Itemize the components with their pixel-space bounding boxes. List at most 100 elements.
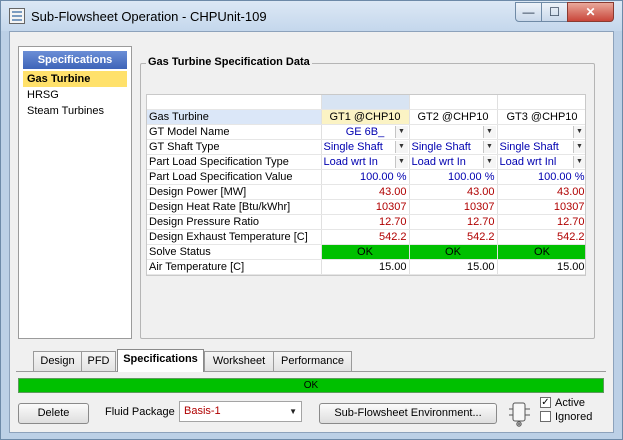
gt1-part-load-value-cell[interactable]: 100.00 %: [321, 169, 410, 185]
chevron-down-icon[interactable]: ▼: [394, 155, 408, 168]
gt1-solve-status-cell: OK: [321, 244, 410, 260]
gt1-exhaust-temp-cell[interactable]: 542.2: [321, 229, 410, 245]
chevron-down-icon[interactable]: ▼: [482, 155, 496, 168]
table-row: Design Power [MW] 43.00 43.00 43.00: [147, 184, 585, 200]
gt3-name-cell[interactable]: GT3 @CHP10: [497, 109, 585, 125]
row-label-solve-status: Solve Status: [147, 244, 322, 260]
chevron-down-icon[interactable]: ▼: [394, 125, 408, 138]
minimize-button[interactable]: —: [515, 2, 542, 22]
gt1-design-power-cell[interactable]: 43.00: [321, 184, 410, 200]
gt2-air-temp-cell[interactable]: 15.00: [409, 259, 498, 275]
grid-col-header-gt1[interactable]: [321, 95, 410, 110]
gt1-heat-rate-cell[interactable]: 10307: [321, 199, 410, 215]
gt2-heat-rate-cell[interactable]: 10307: [409, 199, 498, 215]
table-row: GT Model Name GE 6B_▼ _▼ _▼: [147, 124, 585, 140]
row-label-part-load-value: Part Load Specification Value: [147, 169, 322, 185]
gt2-shaft-dropdown[interactable]: Single Shaft ▼: [409, 139, 498, 155]
row-label-shaft: GT Shaft Type: [147, 139, 322, 155]
chevron-down-icon[interactable]: ▼: [289, 402, 297, 421]
grid-corner: [147, 95, 322, 110]
app-icon: [9, 8, 25, 24]
spec-item-hrsg[interactable]: HRSG: [23, 87, 127, 103]
chevron-down-icon[interactable]: ▼: [482, 125, 496, 138]
groupbox-title: Gas Turbine Specification Data: [146, 56, 312, 68]
gt3-air-temp-cell[interactable]: 15.00: [497, 259, 585, 275]
gt3-shaft-dropdown[interactable]: Single Shaft ▼: [497, 139, 585, 155]
row-label-model: GT Model Name: [147, 124, 322, 140]
chevron-down-icon[interactable]: ▼: [394, 140, 408, 153]
close-button[interactable]: ✕: [567, 2, 614, 22]
gt1-model-dropdown[interactable]: GE 6B_ ▼: [321, 124, 410, 140]
gt3-pressure-ratio-cell[interactable]: 12.70: [497, 214, 585, 230]
active-checkbox[interactable]: ✓: [540, 397, 551, 408]
gt1-pressure-ratio-cell[interactable]: 12.70: [321, 214, 410, 230]
sub-flowsheet-icon: [509, 402, 530, 427]
tab-design[interactable]: Design: [33, 351, 82, 371]
active-label: Active: [555, 397, 585, 409]
fluid-package-dropdown[interactable]: Basis-1 ▼: [179, 401, 302, 422]
window-title: Sub-Flowsheet Operation - CHPUnit-109: [31, 9, 267, 24]
table-row: Gas Turbine GT1 @CHP10 GT2 @CHP10 GT3 @C…: [147, 109, 585, 125]
gt2-exhaust-temp-cell[interactable]: 542.2: [409, 229, 498, 245]
specification-grid: Gas Turbine GT1 @CHP10 GT2 @CHP10 GT3 @C…: [146, 94, 586, 276]
row-label-gas-turbine: Gas Turbine: [147, 109, 322, 125]
gt1-name-cell[interactable]: GT1 @CHP10: [321, 109, 410, 125]
table-row: Part Load Specification Type Load wrt In…: [147, 154, 585, 170]
gt3-exhaust-temp-cell[interactable]: 542.2: [497, 229, 585, 245]
row-label-design-power: Design Power [MW]: [147, 184, 322, 200]
chevron-down-icon[interactable]: ▼: [572, 155, 585, 168]
tab-performance[interactable]: Performance: [273, 351, 352, 371]
table-row: Design Pressure Ratio 12.70 12.70 12.70: [147, 214, 585, 230]
gt3-part-load-value-cell[interactable]: 100.00 %: [497, 169, 585, 185]
table-row: Design Exhaust Temperature [C] 542.2 542…: [147, 229, 585, 245]
gt2-pressure-ratio-cell[interactable]: 12.70: [409, 214, 498, 230]
gt3-design-power-cell[interactable]: 43.00: [497, 184, 585, 200]
gt2-part-load-value-cell[interactable]: 100.00 %: [409, 169, 498, 185]
spec-item-gas-turbine[interactable]: Gas Turbine: [23, 71, 127, 87]
grid-col-header-gt3[interactable]: [497, 95, 585, 110]
grid-col-header-gt2[interactable]: [409, 95, 498, 110]
gt2-design-power-cell[interactable]: 43.00: [409, 184, 498, 200]
table-row: Solve Status OK OK OK: [147, 244, 585, 260]
specifications-list: Specifications Gas Turbine HRSG Steam Tu…: [18, 46, 132, 339]
fluid-package-label: Fluid Package: [105, 406, 175, 418]
table-row: Part Load Specification Value 100.00 % 1…: [147, 169, 585, 185]
gt1-air-temp-cell[interactable]: 15.00: [321, 259, 410, 275]
maximize-button[interactable]: ☐: [541, 2, 568, 22]
sub-flowsheet-environment-button[interactable]: Sub-Flowsheet Environment...: [319, 403, 497, 424]
row-label-heat-rate: Design Heat Rate [Btu/kWhr]: [147, 199, 322, 215]
ignored-label: Ignored: [555, 411, 593, 423]
gt3-model-dropdown[interactable]: _▼: [497, 124, 585, 140]
gt2-name-cell[interactable]: GT2 @CHP10: [409, 109, 498, 125]
row-label-pressure-ratio: Design Pressure Ratio: [147, 214, 322, 230]
row-label-exhaust-temp: Design Exhaust Temperature [C]: [147, 229, 322, 245]
status-bar: OK: [18, 378, 604, 393]
specifications-header: Specifications: [23, 51, 127, 69]
gt1-shaft-dropdown[interactable]: Single Shaft ▼: [321, 139, 410, 155]
row-label-part-load-spec: Part Load Specification Type: [147, 154, 322, 170]
gt3-heat-rate-cell[interactable]: 10307: [497, 199, 585, 215]
tab-worksheet[interactable]: Worksheet: [204, 351, 274, 371]
fluid-package-value: Basis-1: [184, 405, 221, 417]
table-row: Air Temperature [C] 15.00 15.00 15.00: [147, 259, 585, 275]
gt3-part-load-dropdown[interactable]: Load wrt Inl ▼: [497, 154, 585, 170]
table-row: GT Shaft Type Single Shaft ▼ Single Shaft…: [147, 139, 585, 155]
gt1-part-load-dropdown[interactable]: Load wrt In ▼: [321, 154, 410, 170]
gt2-model-dropdown[interactable]: _▼: [409, 124, 498, 140]
gt2-part-load-dropdown[interactable]: Load wrt In ▼: [409, 154, 498, 170]
chevron-down-icon[interactable]: ▼: [572, 125, 585, 138]
tab-pfd[interactable]: PFD: [81, 351, 116, 371]
delete-button[interactable]: Delete: [18, 403, 89, 424]
tab-strip-line: [16, 371, 606, 372]
gt2-solve-status-cell: OK: [409, 244, 498, 260]
spec-item-steam-turbines[interactable]: Steam Turbines: [23, 103, 127, 119]
chevron-down-icon[interactable]: ▼: [572, 140, 585, 153]
gt3-solve-status-cell: OK: [497, 244, 585, 260]
chevron-down-icon[interactable]: ▼: [482, 140, 496, 153]
title-bar[interactable]: Sub-Flowsheet Operation - CHPUnit-109 — …: [1, 1, 622, 31]
grid-header-row: [147, 95, 585, 110]
row-label-air-temp: Air Temperature [C]: [147, 259, 322, 275]
tab-specifications[interactable]: Specifications: [117, 349, 204, 372]
table-row: Design Heat Rate [Btu/kWhr] 10307 10307 …: [147, 199, 585, 215]
ignored-checkbox[interactable]: [540, 411, 551, 422]
